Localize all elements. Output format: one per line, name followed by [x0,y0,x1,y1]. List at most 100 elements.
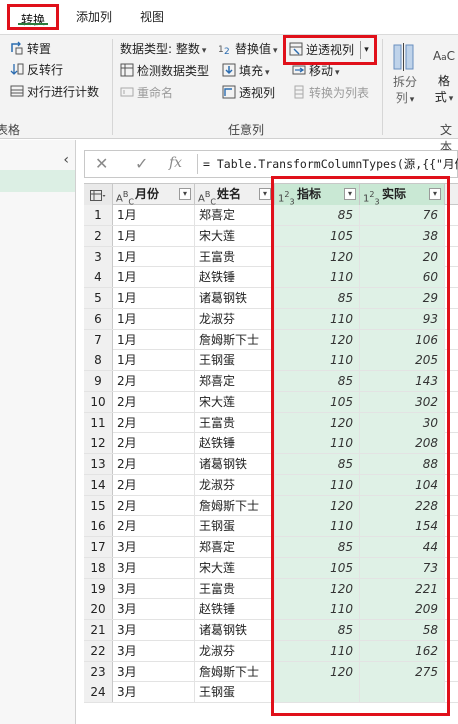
convert-to-list-button[interactable]: 转换为列表 [292,83,369,103]
row-number[interactable]: 24 [84,682,113,703]
cell-name[interactable]: 王富贵 [195,578,275,599]
cell-name[interactable]: 郑喜定 [195,371,275,391]
transpose-button[interactable]: 转置 [10,39,51,59]
row-number[interactable]: 20 [84,599,113,620]
cell-name[interactable]: 王钢蛋 [195,350,275,371]
cell-name[interactable]: 诸葛钢铁 [195,454,275,474]
fx-icon[interactable]: fx [169,155,182,171]
replace-values-dropdown[interactable]: 12 替换值 ▾ [218,39,278,59]
cell-name[interactable]: 詹姆斯下士 [195,495,275,516]
cell-month[interactable]: 3月 [113,557,195,578]
collapse-pane-icon[interactable]: ‹ [63,152,69,168]
row-number[interactable]: 9 [84,371,113,391]
rename-button[interactable]: 重命名 [120,83,173,103]
cell-name[interactable]: 诸葛钢铁 [195,288,275,308]
cell-month[interactable]: 1月 [113,205,195,225]
cell-name[interactable]: 赵铁锤 [195,267,275,288]
row-number[interactable]: 14 [84,474,113,495]
cell-name[interactable]: 龙淑芬 [195,308,275,329]
row-number[interactable]: 11 [84,412,113,433]
row-number[interactable]: 19 [84,578,113,599]
cell-month[interactable]: 1月 [113,288,195,308]
table-menu-button[interactable] [84,184,113,205]
row-number[interactable]: 10 [84,391,113,412]
cell-name[interactable]: 郑喜定 [195,205,275,225]
row-number[interactable]: 4 [84,267,113,288]
cell-name[interactable]: 赵铁锤 [195,433,275,454]
tab-transform[interactable]: 转换 [7,4,59,30]
formula-text[interactable]: = Table.TransformColumnTypes(源,{{"月份 [203,156,458,172]
cell-name[interactable]: 王富贵 [195,246,275,267]
cell-name[interactable]: 王钢蛋 [195,682,275,703]
cell-month[interactable]: 2月 [113,495,195,516]
data-type-dropdown[interactable]: 数据类型: 整数 ▾ [120,39,206,59]
cell-month[interactable]: 3月 [113,537,195,557]
unpivot-dropdown-arrow[interactable]: ▾ [360,41,372,59]
cell-month[interactable]: 1月 [113,350,195,371]
selected-query[interactable] [0,170,75,192]
row-number[interactable]: 5 [84,288,113,308]
column-header-month[interactable]: ABC 月份 ▾ [113,184,195,206]
cell-month[interactable]: 1月 [113,308,195,329]
cell-name[interactable]: 诸葛钢铁 [195,620,275,640]
row-number[interactable]: 18 [84,557,113,578]
row-number[interactable]: 23 [84,661,113,682]
row-number[interactable]: 6 [84,308,113,329]
format-button[interactable]: AaC 格 式 ▾ [430,41,458,113]
tab-add-column[interactable]: 添加列 [68,4,120,30]
count-rows-button[interactable]: 对行进行计数 [10,82,99,102]
filter-dropdown-icon[interactable]: ▾ [259,188,271,200]
cell-name[interactable]: 王钢蛋 [195,516,275,537]
cell-name[interactable]: 詹姆斯下士 [195,329,275,350]
cell-month[interactable]: 2月 [113,433,195,454]
column-header-name[interactable]: ABC 姓名 ▾ [195,184,275,206]
reverse-rows-button[interactable]: 反转行 [10,60,63,80]
cell-month[interactable]: 2月 [113,516,195,537]
row-number[interactable]: 13 [84,454,113,474]
cell-name[interactable]: 宋大莲 [195,557,275,578]
cell-month[interactable]: 2月 [113,454,195,474]
row-number[interactable]: 1 [84,205,113,225]
cancel-formula-icon[interactable]: ✕ [95,154,108,173]
row-number[interactable]: 12 [84,433,113,454]
cell-month[interactable]: 2月 [113,391,195,412]
cell-month[interactable]: 3月 [113,682,195,703]
cell-name[interactable]: 郑喜定 [195,537,275,557]
tab-view[interactable]: 视图 [130,4,174,30]
cell-month[interactable]: 2月 [113,371,195,391]
cell-month[interactable]: 1月 [113,267,195,288]
cell-month[interactable]: 1月 [113,225,195,246]
cell-name[interactable]: 詹姆斯下士 [195,661,275,682]
row-number[interactable]: 8 [84,350,113,371]
cell-month[interactable]: 3月 [113,620,195,640]
cell-month[interactable]: 1月 [113,329,195,350]
detect-data-type-button[interactable]: 检测数据类型 [120,61,209,81]
cell-month[interactable]: 2月 [113,474,195,495]
row-number[interactable]: 16 [84,516,113,537]
row-number[interactable]: 3 [84,246,113,267]
row-number[interactable]: 7 [84,329,113,350]
pivot-column-button[interactable]: 透视列 [222,83,275,103]
fill-dropdown[interactable]: 填充 ▾ [222,61,270,81]
row-number[interactable]: 22 [84,640,113,661]
row-number[interactable]: 15 [84,495,113,516]
row-number[interactable]: 2 [84,225,113,246]
cell-month[interactable]: 3月 [113,599,195,620]
cell-name[interactable]: 龙淑芬 [195,640,275,661]
unpivot-columns-button[interactable]: 逆透视列 [289,40,354,60]
move-dropdown[interactable]: 移动 ▾ [292,61,340,81]
row-number[interactable]: 17 [84,537,113,557]
filter-dropdown-icon[interactable]: ▾ [179,188,191,200]
cell-name[interactable]: 龙淑芬 [195,474,275,495]
cell-name[interactable]: 王富贵 [195,412,275,433]
split-column-button[interactable]: 拆分 列 ▾ [388,41,422,113]
cell-name[interactable]: 赵铁锤 [195,599,275,620]
row-number[interactable]: 21 [84,620,113,640]
cell-month[interactable]: 1月 [113,246,195,267]
cell-month[interactable]: 3月 [113,640,195,661]
cell-month[interactable]: 3月 [113,578,195,599]
cell-name[interactable]: 宋大莲 [195,391,275,412]
commit-formula-icon[interactable]: ✓ [135,154,148,173]
cell-month[interactable]: 3月 [113,661,195,682]
cell-month[interactable]: 2月 [113,412,195,433]
